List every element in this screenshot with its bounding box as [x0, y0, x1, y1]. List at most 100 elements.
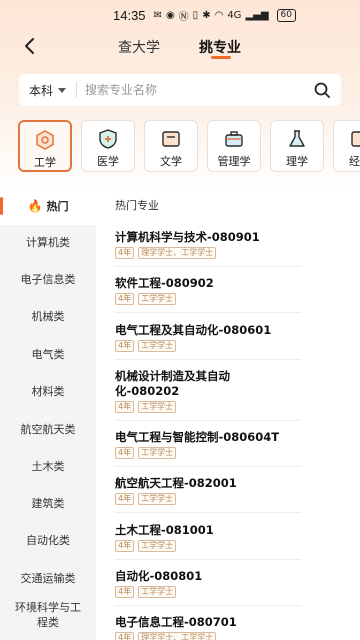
degree-badge: 理学学士、工学学士 [138, 247, 217, 259]
sidebar-item-materials[interactable]: 材料类 [0, 384, 96, 399]
duration-badge: 4年 [115, 632, 135, 640]
major-title: 电气工程及其自动化-080601 [115, 323, 272, 337]
status-icons: ✉ ◉ Ⓝ ▯ ✱ ◠ 4G ▂▄▆ 60 [154, 8, 296, 23]
tab-universities[interactable]: 查大学 [118, 37, 160, 57]
row-divider [115, 420, 301, 421]
category-management[interactable]: 管理学 [207, 120, 261, 172]
active-tab-indicator [211, 56, 231, 59]
network-label: 4G [227, 9, 242, 21]
list-item[interactable]: 电气工程及其自动化-080601 4年 工学学士 [115, 323, 301, 352]
mail-icon: ✉ [153, 9, 162, 21]
row-divider [115, 466, 301, 467]
degree-badge: 工学学士 [138, 540, 177, 552]
tab-majors[interactable]: 挑专业 [199, 37, 241, 57]
sidebar-item-aerospace[interactable]: 航空航天类 [0, 422, 96, 437]
fire-icon: 🔥 [27, 198, 43, 213]
degree-badge: 工学学士 [138, 447, 177, 459]
sidebar-item-transportation[interactable]: 交通运输类 [0, 571, 96, 586]
sidebar-item-civil[interactable]: 土木类 [0, 459, 96, 474]
search-input[interactable] [85, 83, 313, 97]
eye-icon: ◉ [165, 9, 175, 21]
list-item[interactable]: 电气工程与智能控制-080604T 4年 工学学士 [115, 430, 301, 459]
back-arrow-icon[interactable] [20, 36, 40, 56]
chevron-down-icon [58, 87, 67, 93]
duration-badge: 4年 [115, 293, 135, 305]
major-title: 航空航天工程-082001 [115, 476, 237, 490]
major-title: 计算机科学与技术-080901 [115, 230, 260, 244]
nfc-icon: Ⓝ [178, 11, 189, 23]
category-label: 工学 [34, 156, 56, 169]
list-item[interactable]: 计算机科学与技术-080901 4年 理学学士、工学学士 [115, 230, 301, 259]
duration-badge: 4年 [115, 447, 135, 459]
status-bar: 14:35 ✉ ◉ Ⓝ ▯ ✱ ◠ 4G ▂▄▆ 60 [0, 0, 360, 30]
flask-icon [289, 130, 305, 147]
list-item[interactable]: 土木工程-081001 4年 工学学士 [115, 523, 301, 552]
search-bar: 本科 [19, 74, 341, 106]
section-title: 热门专业 [115, 199, 159, 212]
category-chips: 工学 医学 文学 管理学 理学 经济 [18, 120, 360, 174]
major-title: 电气工程与智能控制-080604T [115, 430, 280, 444]
degree-badge: 工学学士 [138, 586, 177, 598]
category-label: 经济 [349, 155, 360, 168]
row-divider [115, 266, 301, 267]
list-item[interactable]: 自动化-080801 4年 工学学士 [115, 569, 301, 598]
sidebar-item-architecture[interactable]: 建筑类 [0, 496, 96, 511]
medical-shield-icon [99, 129, 117, 149]
duration-badge: 4年 [115, 586, 135, 598]
level-dropdown[interactable]: 本科 [29, 82, 67, 99]
sidebar-item-computer[interactable]: 计算机类 [0, 235, 96, 250]
category-label: 理学 [286, 155, 308, 168]
degree-badge: 理学学士、工学学士 [138, 632, 217, 640]
wifi-icon: ◠ [214, 9, 224, 21]
level-dropdown-value: 本科 [29, 83, 54, 98]
row-divider [115, 359, 301, 360]
degree-badge: 工学学士 [138, 401, 177, 413]
sidebar-item-automation[interactable]: 自动化类 [0, 533, 96, 548]
category-sidebar: 🔥 热门 计算机类 电子信息类 机械类 电气类 材料类 航空航天类 土木类 建筑… [0, 187, 96, 640]
row-divider [115, 605, 301, 606]
sidebar-active-indicator [0, 197, 3, 215]
list-item[interactable]: 航空航天工程-082001 4年 工学学士 [115, 476, 301, 505]
category-economics[interactable]: 经济 [333, 120, 360, 172]
row-divider [115, 312, 301, 313]
major-title: 土木工程-081001 [115, 523, 214, 537]
major-title: 机械设计制造及其自动化-080202 [115, 369, 230, 398]
sidebar-item-electronics[interactable]: 电子信息类 [0, 272, 96, 287]
sidebar-item-hot[interactable]: 🔥 热门 [0, 187, 96, 225]
status-time: 14:35 [113, 7, 146, 23]
gear-icon [36, 130, 54, 150]
category-label: 文学 [160, 155, 182, 168]
briefcase-icon [225, 131, 243, 147]
search-icon[interactable] [313, 81, 331, 99]
sidebar-item-label: 热门 [46, 199, 69, 213]
category-label: 管理学 [217, 155, 251, 168]
degree-badge: 工学学士 [138, 340, 177, 352]
category-medicine[interactable]: 医学 [81, 120, 135, 172]
list-item[interactable]: 软件工程-080902 4年 工学学士 [115, 276, 301, 305]
chart-icon [351, 131, 360, 147]
row-divider [115, 559, 301, 560]
degree-badge: 工学学士 [138, 493, 177, 505]
major-title: 自动化-080801 [115, 569, 203, 583]
sidebar-item-electrical[interactable]: 电气类 [0, 347, 96, 362]
majors-list: 热门专业 计算机科学与技术-080901 4年 理学学士、工学学士 软件工程-08… [96, 187, 360, 640]
duration-badge: 4年 [115, 401, 135, 413]
degree-badge: 工学学士 [138, 293, 177, 305]
duration-badge: 4年 [115, 247, 135, 259]
vibrate-icon: ▯ [192, 9, 199, 21]
sidebar-item-mechanical[interactable]: 机械类 [0, 309, 96, 324]
category-engineering[interactable]: 工学 [18, 120, 72, 172]
major-title: 软件工程-080902 [115, 276, 214, 290]
category-science[interactable]: 理学 [270, 120, 324, 172]
list-item[interactable]: 电子信息工程-080701 4年 理学学士、工学学士 [115, 615, 301, 640]
category-literature[interactable]: 文学 [144, 120, 198, 172]
bluetooth-icon: ✱ [202, 9, 211, 21]
list-item[interactable]: 机械设计制造及其自动化-080202 4年 工学学士 [115, 369, 265, 413]
row-divider [115, 512, 301, 513]
sidebar-item-environment[interactable]: 环境科学与工程类 [0, 600, 96, 630]
search-divider [76, 82, 78, 98]
book-icon [162, 131, 180, 147]
top-nav: 查大学 挑专业 [0, 32, 360, 62]
category-label: 医学 [97, 155, 119, 168]
signal-icon: ▂▄▆ [245, 9, 269, 21]
